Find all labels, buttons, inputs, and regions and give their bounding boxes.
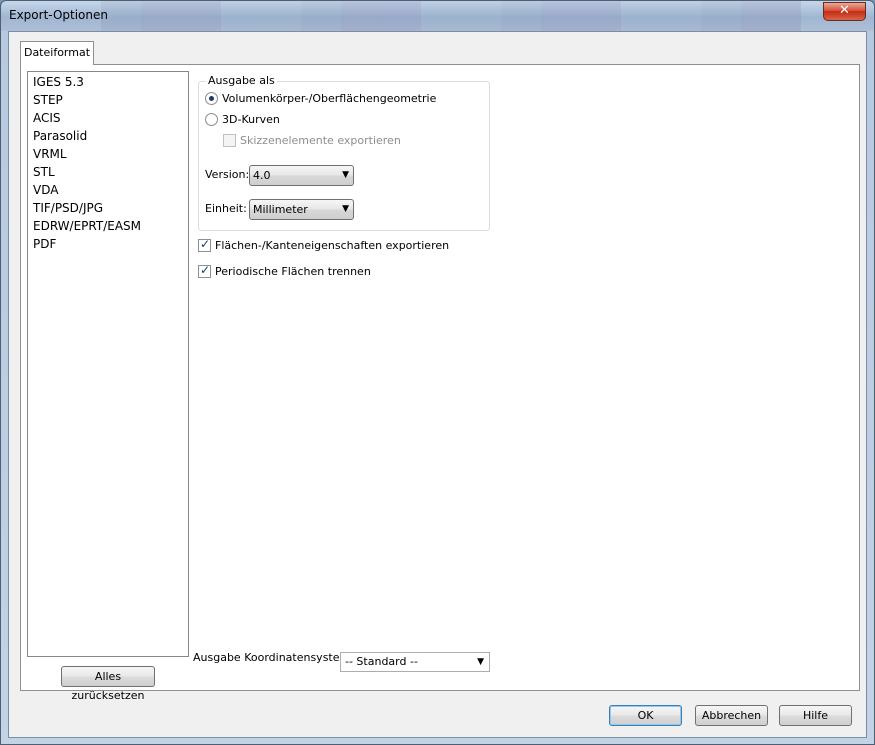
title-bar: Export-Optionen ✕ xyxy=(1,1,874,31)
title-bar-background xyxy=(101,1,801,31)
chevron-down-icon: ▼ xyxy=(342,204,349,214)
list-item-acis[interactable]: ACIS xyxy=(33,109,188,127)
split-periodic-checkbox[interactable]: Periodische Flächen trennen xyxy=(198,263,371,278)
unit-value: Millimeter xyxy=(253,203,308,216)
face-edge-checkbox-box[interactable] xyxy=(198,237,211,252)
list-item-tif-psd-jpg[interactable]: TIF/PSD/JPG xyxy=(33,199,188,217)
close-icon: ✕ xyxy=(839,3,850,18)
chevron-down-icon: ▼ xyxy=(342,170,349,180)
list-item-parasolid[interactable]: Parasolid xyxy=(33,127,188,145)
chevron-down-icon: ▼ xyxy=(477,657,484,667)
list-item-vda[interactable]: VDA xyxy=(33,181,188,199)
help-button[interactable]: Hilfe xyxy=(779,705,852,726)
coordinate-system-label: Ausgabe Koordinatensystem: xyxy=(193,651,354,664)
output-group-title: Ausgabe als xyxy=(206,74,277,87)
output-groupbox: Ausgabe als Volumenkörper-/Oberflächenge… xyxy=(198,74,490,231)
tab-panel: IGES 5.3 STEP ACIS Parasolid VRML STL VD… xyxy=(20,64,860,702)
list-item-pdf[interactable]: PDF xyxy=(33,235,188,253)
radio-3d-curves[interactable]: 3D-Kurven xyxy=(205,113,280,126)
radio-solid-indicator[interactable] xyxy=(205,92,218,105)
unit-select[interactable]: Millimeter ▼ xyxy=(249,199,354,220)
version-label: Version: xyxy=(205,168,250,181)
face-edge-checkbox-label: Flächen-/Kanteneigenschaften exportieren xyxy=(215,239,450,252)
reset-all-button[interactable]: Alles zurücksetzen xyxy=(61,666,155,702)
window-title: Export-Optionen xyxy=(9,8,108,22)
radio-curves-label: 3D-Kurven xyxy=(222,113,280,126)
coordinate-system-value: -- Standard -- xyxy=(345,655,418,668)
face-edge-props-checkbox[interactable]: Flächen-/Kanteneigenschaften exportieren xyxy=(198,237,450,252)
list-item-step[interactable]: STEP xyxy=(33,91,188,109)
export-options-window: Export-Optionen ✕ Dateiformat IGES 5.3 S… xyxy=(0,0,875,745)
close-button[interactable]: ✕ xyxy=(823,2,866,21)
sketch-elements-checkbox: Skizzenelemente exportieren xyxy=(223,134,401,147)
list-item-iges[interactable]: IGES 5.3 xyxy=(33,73,188,91)
tab-dateiformat[interactable]: Dateiformat xyxy=(20,41,94,65)
list-item-edrw[interactable]: EDRW/EPRT/EASM xyxy=(33,217,188,235)
version-select[interactable]: 4.0 ▼ xyxy=(249,165,354,186)
split-periodic-checkbox-box[interactable] xyxy=(198,263,211,278)
radio-solid-surface[interactable]: Volumenkörper-/Oberflächengeometrie xyxy=(205,92,436,105)
unit-label: Einheit: xyxy=(205,202,247,215)
coordinate-system-select[interactable]: -- Standard -- ▼ xyxy=(340,652,490,672)
list-item-vrml[interactable]: VRML xyxy=(33,145,188,163)
sketch-checkbox-box xyxy=(223,134,236,147)
dialog-body: Dateiformat IGES 5.3 STEP ACIS Parasolid… xyxy=(8,31,867,738)
split-periodic-checkbox-label: Periodische Flächen trennen xyxy=(215,265,371,278)
list-item-stl[interactable]: STL xyxy=(33,163,188,181)
radio-curves-indicator[interactable] xyxy=(205,113,218,126)
radio-solid-label: Volumenkörper-/Oberflächengeometrie xyxy=(222,92,437,105)
cancel-button[interactable]: Abbrechen xyxy=(695,705,768,726)
sketch-checkbox-label: Skizzenelemente exportieren xyxy=(240,134,401,147)
version-value: 4.0 xyxy=(253,169,271,182)
ok-button[interactable]: OK xyxy=(609,705,682,726)
format-list[interactable]: IGES 5.3 STEP ACIS Parasolid VRML STL VD… xyxy=(27,71,189,657)
